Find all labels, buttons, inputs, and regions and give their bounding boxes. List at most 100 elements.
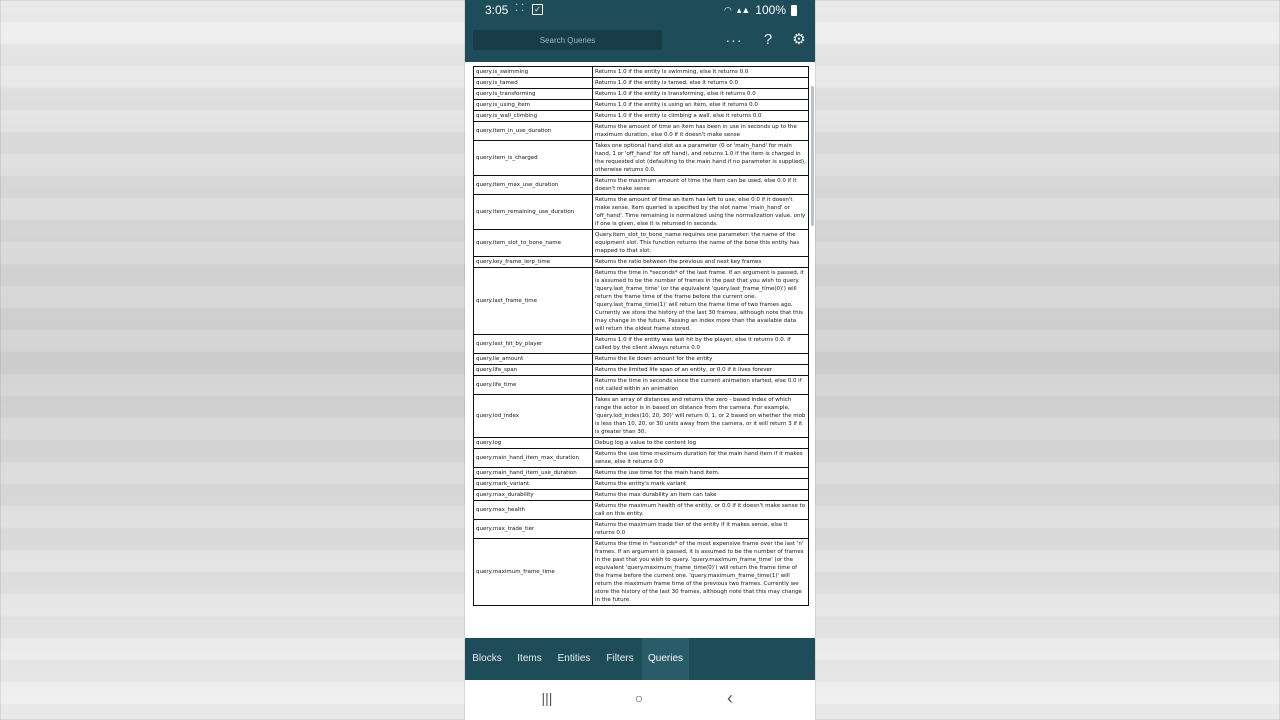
tab-queries[interactable]: Queries <box>642 638 689 680</box>
signal-icon: ▴▲ <box>736 4 751 15</box>
query-description: Returns the lie down amount for the enti… <box>592 353 809 365</box>
query-name: query.is_transforming <box>473 88 593 100</box>
query-description: Returns 1.0 if the entity was last hit b… <box>592 334 809 354</box>
query-name: query.item_remaining_use_duration <box>473 194 593 230</box>
tab-items[interactable]: Items <box>509 638 550 680</box>
query-name: query.item_is_charged <box>473 140 593 176</box>
query-name: query.item_slot_to_bone_name <box>473 229 593 257</box>
query-name: query.max_trade_tier <box>473 519 593 539</box>
query-description: Returns 1.0 if the entity is tamed, else… <box>592 77 809 89</box>
scrollbar[interactable] <box>811 86 814 226</box>
query-name: query.last_hit_by_player <box>473 334 593 354</box>
query-description: Takes one optional hand slot as a parame… <box>592 140 809 176</box>
query-description: Returns the maximum amount of time the i… <box>592 175 809 195</box>
table-row: query.item_slot_to_bone_name Query.item_s… <box>473 229 809 257</box>
table-row: query.max_durability Returns the max dura… <box>473 489 809 501</box>
query-name: query.is_using_item <box>473 99 593 111</box>
query-description: Returns 1.0 if the entity is transformin… <box>592 88 809 100</box>
table-row: query.item_in_use_duration Returns the am… <box>473 121 809 141</box>
search-input[interactable] <box>473 30 662 50</box>
query-description: Returns the use time for the main hand i… <box>592 467 809 479</box>
tab-filters[interactable]: Filters <box>598 638 642 680</box>
app-bar: ··· ? ⚙ <box>465 22 815 62</box>
query-description: Returns the time in seconds since the cu… <box>592 375 809 395</box>
query-name: query.is_wall_climbing <box>473 110 593 122</box>
query-name: query.main_hand_item_use_duration <box>473 467 593 479</box>
table-row: query.is_wall_climbing Returns 1.0 if the… <box>473 110 809 122</box>
table-row: query.is_transforming Returns 1.0 if the … <box>473 88 809 100</box>
table-row: query.lod_index Takes an array of distanc… <box>473 394 809 438</box>
table-row: query.main_hand_item_use_duration Returns… <box>473 467 809 479</box>
table-row: query.is_swimming Returns 1.0 if the enti… <box>473 66 809 78</box>
tab-blocks[interactable]: Blocks <box>465 638 509 680</box>
query-name: query.is_swimming <box>473 66 593 78</box>
battery-icon <box>791 4 797 16</box>
table-row: query.key_frame_lerp_time Returns the rat… <box>473 256 809 268</box>
query-name: query.item_in_use_duration <box>473 121 593 141</box>
query-description: Returns the use time maximum duration fo… <box>592 448 809 468</box>
background-left <box>0 0 465 720</box>
table-row: query.item_max_use_duration Returns the m… <box>473 175 809 195</box>
tab-entities[interactable]: Entities <box>550 638 598 680</box>
query-name: query.is_tamed <box>473 77 593 89</box>
query-description: Query.item_slot_to_bone_name requires on… <box>592 229 809 257</box>
query-description: Returns the time in *seconds* of the mos… <box>592 538 809 606</box>
settings-icon[interactable]: ⚙ <box>788 30 810 52</box>
status-right-group: ◠ ▴▲ 100% <box>724 3 797 17</box>
table-row: query.max_trade_tier Returns the maximum … <box>473 519 809 539</box>
query-name: query.life_span <box>473 364 593 376</box>
query-name: query.maximum_frame_time <box>473 538 593 606</box>
query-name: query.item_max_use_duration <box>473 175 593 195</box>
home-icon[interactable]: ○ <box>627 690 651 706</box>
system-nav-bar: ||| ○ ‹ <box>465 680 815 720</box>
notification-check-icon: ✓ <box>532 4 543 15</box>
table-row: query.item_is_charged Takes one optional … <box>473 140 809 176</box>
query-name: query.last_frame_time <box>473 267 593 335</box>
query-description: Returns 1.0 if the entity is swimming, e… <box>592 66 809 78</box>
query-name: query.mark_variant <box>473 478 593 490</box>
queries-content[interactable]: query.is_swimming Returns 1.0 if the enti… <box>465 62 815 638</box>
query-description: Returns the ratio between the previous a… <box>592 256 809 268</box>
table-row: query.item_remaining_use_duration Returns… <box>473 194 809 230</box>
query-name: query.log <box>473 437 593 449</box>
query-name: query.main_hand_item_max_duration <box>473 448 593 468</box>
table-row: query.last_frame_time Returns the time in… <box>473 267 809 335</box>
query-name: query.max_durability <box>473 489 593 501</box>
query-name: query.lod_index <box>473 394 593 438</box>
table-row: query.last_hit_by_player Returns 1.0 if t… <box>473 334 809 354</box>
back-icon[interactable]: ‹ <box>718 688 742 709</box>
phone-screen: 3:05 ⁚ ⁚ ✓ ◠ ▴▲ 100% ··· ? ⚙ query.is_sw… <box>465 0 815 720</box>
query-description: Returns the amount of time an item has l… <box>592 194 809 230</box>
more-icon[interactable]: ··· <box>723 30 745 52</box>
query-description: Takes an array of distances and returns … <box>592 394 809 438</box>
table-row: query.maximum_frame_time Returns the time… <box>473 538 809 606</box>
query-name: query.key_frame_lerp_time <box>473 256 593 268</box>
query-description: Returns 1.0 if the entity is climbing a … <box>592 110 809 122</box>
table-row: query.lie_amount Returns the lie down amo… <box>473 353 809 365</box>
query-description: Returns the entity's mark variant <box>592 478 809 490</box>
query-name: query.lie_amount <box>473 353 593 365</box>
help-icon[interactable]: ? <box>757 30 779 52</box>
table-row: query.life_span Returns the limited life … <box>473 364 809 376</box>
background-right <box>815 0 1280 720</box>
status-time: 3:05 <box>485 3 509 17</box>
query-description: Returns the maximum trade tier of the en… <box>592 519 809 539</box>
wifi-icon: ◠ <box>724 4 732 15</box>
query-description: Returns the limited life span of an enti… <box>592 364 809 376</box>
query-description: Returns the amount of time an item has b… <box>592 121 809 141</box>
status-dots: ⁚ ⁚ <box>515 3 525 14</box>
query-name: query.life_time <box>473 375 593 395</box>
table-row: query.main_hand_item_max_duration Returns… <box>473 448 809 468</box>
query-description: Returns 1.0 if the entity is using an it… <box>592 99 809 111</box>
query-description: Returns the max durability an item can t… <box>592 489 809 501</box>
status-bar: 3:05 ⁚ ⁚ ✓ ◠ ▴▲ 100% <box>465 0 815 22</box>
battery-percent: 100% <box>755 3 786 17</box>
recents-icon[interactable]: ||| <box>535 690 559 706</box>
table-row: query.is_tamed Returns 1.0 if the entity … <box>473 77 809 89</box>
query-description: Returns the maximum health of the entity… <box>592 500 809 520</box>
query-description: Returns the time in *seconds* of the las… <box>592 267 809 335</box>
queries-table: query.is_swimming Returns 1.0 if the enti… <box>473 66 809 606</box>
table-row: query.is_using_item Returns 1.0 if the en… <box>473 99 809 111</box>
table-row: query.max_health Returns the maximum heal… <box>473 500 809 520</box>
table-row: query.life_time Returns the time in secon… <box>473 375 809 395</box>
